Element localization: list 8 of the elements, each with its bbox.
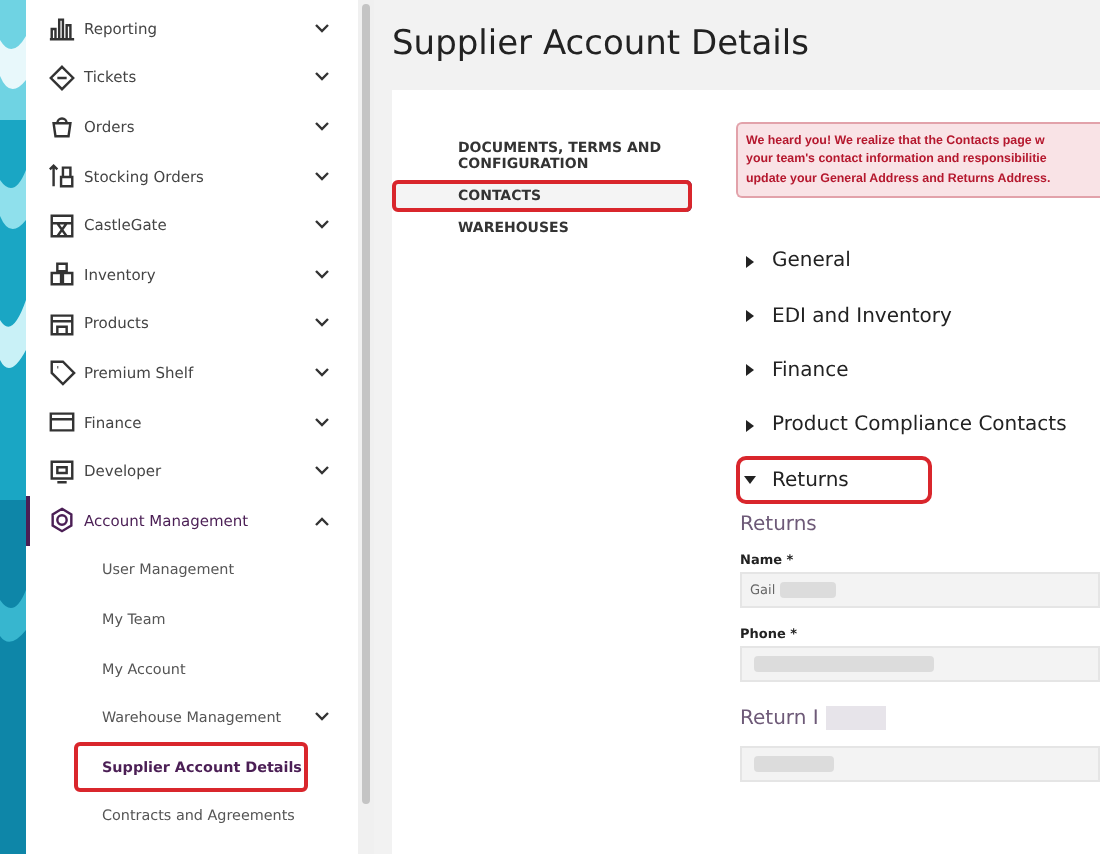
section-heading: Return I	[740, 707, 819, 730]
accordion-header[interactable]: Returns	[740, 460, 929, 501]
section-heading: Returns	[740, 514, 819, 537]
page-title: Supplier Account Details	[392, 24, 811, 64]
accordion-header[interactable]: EDI and Inventory	[740, 296, 968, 337]
accordion-header[interactable]: General	[740, 241, 867, 282]
accordion-header[interactable]: Product Compliance Contacts	[740, 405, 1083, 446]
accordion-header[interactable]: Finance	[740, 350, 865, 391]
